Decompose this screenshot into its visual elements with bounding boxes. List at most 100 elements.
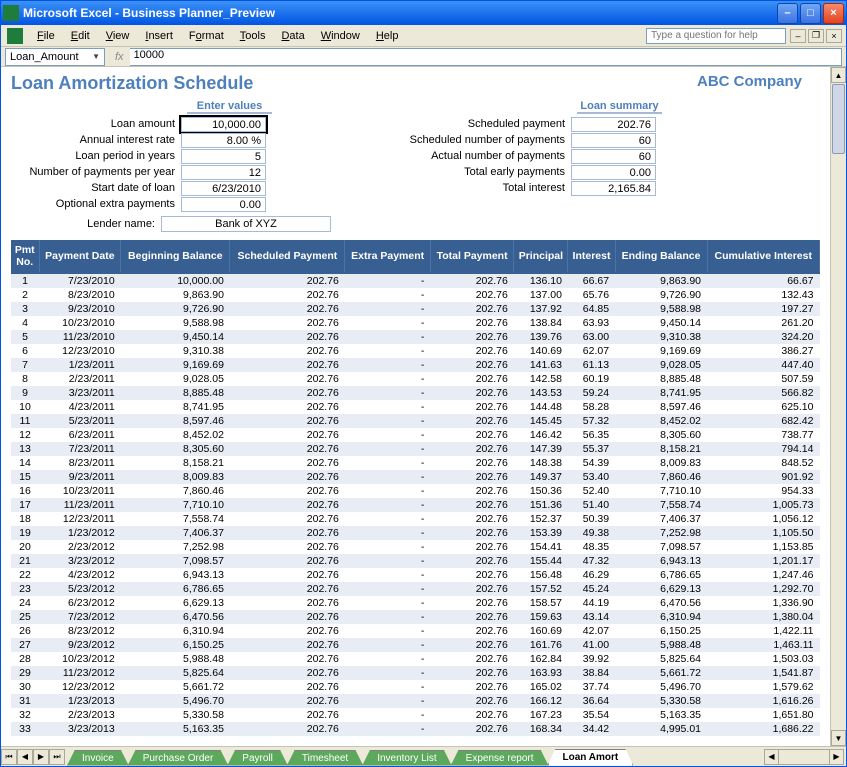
cell[interactable]: 51.40 (568, 498, 615, 512)
cell[interactable]: 6,310.94 (615, 610, 707, 624)
cell[interactable]: 10,000.00 (121, 273, 230, 288)
cell[interactable]: - (345, 456, 431, 470)
cell[interactable]: 1,105.50 (707, 526, 820, 540)
cell[interactable]: - (345, 526, 431, 540)
cell[interactable]: 138.84 (514, 316, 568, 330)
cell[interactable]: - (345, 638, 431, 652)
tab-payroll[interactable]: Payroll (227, 750, 288, 766)
cell[interactable]: 8/23/2012 (39, 624, 121, 638)
cell[interactable]: 738.77 (707, 428, 820, 442)
cell[interactable]: 48.35 (568, 540, 615, 554)
cell[interactable]: 6,470.56 (615, 596, 707, 610)
cell[interactable]: 9,726.90 (615, 288, 707, 302)
table-row[interactable]: 148/23/20118,158.21202.76-202.76148.3854… (11, 456, 820, 470)
cell[interactable]: 61.13 (568, 358, 615, 372)
cell[interactable]: 65.76 (568, 288, 615, 302)
cell[interactable]: 8,597.46 (121, 414, 230, 428)
cell[interactable]: 6 (11, 344, 39, 358)
cell[interactable]: 625.10 (707, 400, 820, 414)
cell[interactable]: 8/23/2011 (39, 456, 121, 470)
cell[interactable]: 153.39 (514, 526, 568, 540)
cell[interactable]: 202.76 (230, 372, 345, 386)
cell[interactable]: 22 (11, 568, 39, 582)
cell[interactable]: 50.39 (568, 512, 615, 526)
table-row[interactable]: 311/23/20135,496.70202.76-202.76166.1236… (11, 694, 820, 708)
cell[interactable]: 202.76 (430, 666, 513, 680)
cell[interactable]: 14 (11, 456, 39, 470)
cell[interactable]: 202.76 (430, 722, 513, 736)
cell[interactable]: 7,710.10 (121, 498, 230, 512)
cell[interactable]: - (345, 722, 431, 736)
cell[interactable]: 17 (11, 498, 39, 512)
cell[interactable]: 140.69 (514, 344, 568, 358)
cell[interactable]: - (345, 344, 431, 358)
cell[interactable]: 202.76 (230, 386, 345, 400)
cell[interactable]: 156.48 (514, 568, 568, 582)
cell[interactable]: 8,158.21 (121, 456, 230, 470)
cell[interactable]: 9,588.98 (121, 316, 230, 330)
cell[interactable]: 8,305.60 (121, 442, 230, 456)
cell[interactable]: 55.37 (568, 442, 615, 456)
table-row[interactable]: 28/23/20109,863.90202.76-202.76137.0065.… (11, 288, 820, 302)
cell[interactable]: 5,825.64 (615, 652, 707, 666)
cell[interactable]: 145.45 (514, 414, 568, 428)
cell[interactable]: 202.76 (230, 512, 345, 526)
tab-purchase-order[interactable]: Purchase Order (128, 750, 229, 766)
table-row[interactable]: 82/23/20119,028.05202.76-202.76142.5860.… (11, 372, 820, 386)
cell[interactable]: 7/23/2012 (39, 610, 121, 624)
cell[interactable]: 41.00 (568, 638, 615, 652)
cell[interactable]: 261.20 (707, 316, 820, 330)
cell[interactable]: 137.92 (514, 302, 568, 316)
table-row[interactable]: 333/23/20135,163.35202.76-202.76168.3434… (11, 722, 820, 736)
cell[interactable]: 202.76 (230, 400, 345, 414)
cell[interactable]: 507.59 (707, 372, 820, 386)
cell[interactable]: 1,292.70 (707, 582, 820, 596)
cell[interactable]: 6,629.13 (121, 596, 230, 610)
extra-payments-cell[interactable]: 0.00 (181, 197, 266, 212)
cell[interactable]: 5,661.72 (615, 666, 707, 680)
cell[interactable]: 19 (11, 526, 39, 540)
cell[interactable]: 8,009.83 (121, 470, 230, 484)
header-ending-balance[interactable]: Ending Balance (615, 240, 707, 273)
cell[interactable]: 147.39 (514, 442, 568, 456)
cell[interactable]: - (345, 512, 431, 526)
cell[interactable]: 202.76 (230, 694, 345, 708)
cell[interactable]: 386.27 (707, 344, 820, 358)
cell[interactable]: 2 (11, 288, 39, 302)
loan-period-cell[interactable]: 5 (181, 149, 266, 164)
cell[interactable]: 202.76 (430, 596, 513, 610)
cell[interactable]: 202.76 (230, 470, 345, 484)
cell[interactable]: 202.76 (430, 316, 513, 330)
menu-insert[interactable]: Insert (137, 28, 181, 44)
cell[interactable]: 202.76 (230, 708, 345, 722)
cell[interactable]: 4 (11, 316, 39, 330)
table-row[interactable]: 224/23/20126,943.13202.76-202.76156.4846… (11, 568, 820, 582)
cell[interactable]: 7,406.37 (121, 526, 230, 540)
cell[interactable]: 30 (11, 680, 39, 694)
cell[interactable]: 202.76 (430, 568, 513, 582)
cell[interactable]: 3 (11, 302, 39, 316)
cell[interactable]: 8,597.46 (615, 400, 707, 414)
cell[interactable]: - (345, 470, 431, 484)
cell[interactable]: 146.42 (514, 428, 568, 442)
table-row[interactable]: 1610/23/20117,860.46202.76-202.76150.365… (11, 484, 820, 498)
cell[interactable]: 202.76 (230, 344, 345, 358)
cell[interactable]: 54.39 (568, 456, 615, 470)
cell[interactable]: 848.52 (707, 456, 820, 470)
cell[interactable]: 202.76 (230, 273, 345, 288)
cell[interactable]: - (345, 372, 431, 386)
cell[interactable]: - (345, 540, 431, 554)
cell[interactable]: 1/23/2013 (39, 694, 121, 708)
cell[interactable]: 159.63 (514, 610, 568, 624)
cell[interactable]: 8/23/2010 (39, 288, 121, 302)
cell[interactable]: 202.76 (430, 540, 513, 554)
table-row[interactable]: 213/23/20127,098.57202.76-202.76155.4447… (11, 554, 820, 568)
table-row[interactable]: 93/23/20118,885.48202.76-202.76143.5359.… (11, 386, 820, 400)
cell[interactable]: 202.76 (230, 330, 345, 344)
cell[interactable]: 148.38 (514, 456, 568, 470)
cell[interactable]: 12/23/2011 (39, 512, 121, 526)
cell[interactable]: 1/23/2011 (39, 358, 121, 372)
cell[interactable]: 3/23/2013 (39, 722, 121, 736)
menu-edit[interactable]: Edit (63, 28, 98, 44)
table-row[interactable]: 511/23/20109,450.14202.76-202.76139.7663… (11, 330, 820, 344)
